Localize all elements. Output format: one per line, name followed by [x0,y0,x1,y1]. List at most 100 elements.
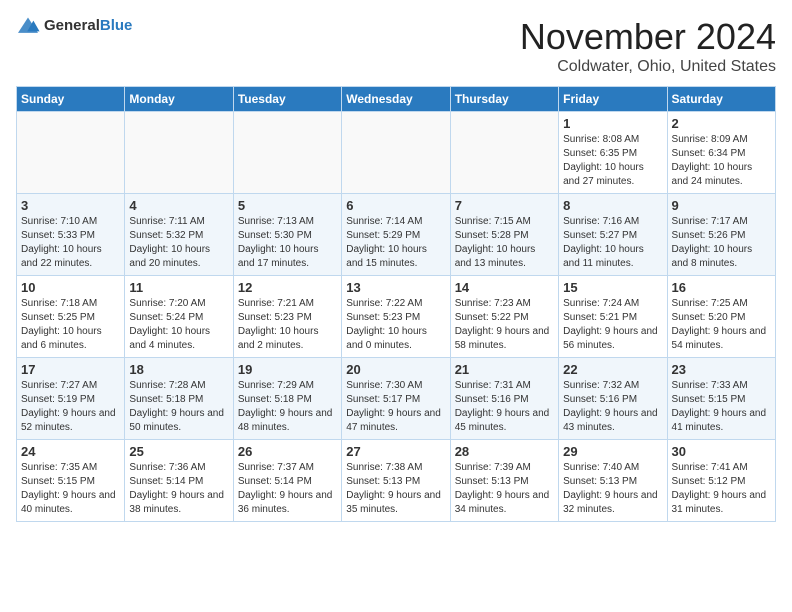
day-info: Sunrise: 7:20 AMSunset: 5:24 PMDaylight:… [129,298,210,351]
day-number: 14 [455,280,554,295]
day-number: 18 [129,362,228,377]
cell-w5-d4: 27Sunrise: 7:38 AMSunset: 5:13 PMDayligh… [342,440,450,522]
logo: GeneralBlue [16,16,132,36]
cell-w1-d4 [342,112,450,194]
day-number: 21 [455,362,554,377]
day-number: 30 [672,444,771,459]
day-number: 16 [672,280,771,295]
day-info: Sunrise: 7:41 AMSunset: 5:12 PMDaylight:… [672,462,767,515]
day-number: 10 [21,280,120,295]
cell-w3-d5: 14 Sunrise: 7:23 AMSunset: 5:22 PMDayligh… [450,276,558,358]
header-friday: Friday [559,87,667,112]
day-info: Sunrise: 7:18 AMSunset: 5:25 PMDaylight:… [21,298,102,351]
cell-w2-d7: 9Sunrise: 7:17 AMSunset: 5:26 PMDaylight… [667,194,775,276]
header-row: Sunday Monday Tuesday Wednesday Thursday… [17,87,776,112]
cell-w3-d1: 10 Sunrise: 7:18 AMSunset: 5:25 PMDayligh… [17,276,125,358]
day-info: Sunrise: 7:11 AMSunset: 5:32 PMDaylight:… [129,216,210,269]
day-number: 27 [346,444,445,459]
day-info: Sunrise: 7:29 AMSunset: 5:18 PMDaylight:… [238,380,333,433]
header-sunday: Sunday [17,87,125,112]
day-info: Sunrise: 7:22 AMSunset: 5:23 PMDaylight:… [346,298,427,351]
day-info: Sunrise: 7:37 AMSunset: 5:14 PMDaylight:… [238,462,333,515]
cell-w2-d2: 4 Sunrise: 7:11 AMSunset: 5:32 PMDaylight… [125,194,233,276]
day-number: 19 [238,362,337,377]
day-info: Sunrise: 8:09 AMSunset: 6:34 PMDaylight:… [672,134,753,187]
cell-w3-d2: 11 Sunrise: 7:20 AMSunset: 5:24 PMDayligh… [125,276,233,358]
day-number: 22 [563,362,662,377]
day-number: 7 [455,198,554,213]
week-row-3: 10 Sunrise: 7:18 AMSunset: 5:25 PMDayligh… [17,276,776,358]
cell-w2-d5: 7Sunrise: 7:15 AMSunset: 5:28 PMDaylight… [450,194,558,276]
day-number: 3 [21,198,120,213]
cell-w4-d2: 18 Sunrise: 7:28 AMSunset: 5:18 PMDayligh… [125,358,233,440]
cell-w2-d1: 3 Sunrise: 7:10 AMSunset: 5:33 PMDaylight… [17,194,125,276]
day-number: 25 [129,444,228,459]
cell-w4-d1: 17Sunrise: 7:27 AMSunset: 5:19 PMDayligh… [17,358,125,440]
cell-w4-d3: 19 Sunrise: 7:29 AMSunset: 5:18 PMDayligh… [233,358,341,440]
cell-w5-d2: 25 Sunrise: 7:36 AMSunset: 5:14 PMDayligh… [125,440,233,522]
day-number: 23 [672,362,771,377]
day-number: 8 [563,198,662,213]
day-info: Sunrise: 7:40 AMSunset: 5:13 PMDaylight:… [563,462,658,515]
cell-w5-d3: 26Sunrise: 7:37 AMSunset: 5:14 PMDayligh… [233,440,341,522]
logo-general: General [44,17,100,34]
day-number: 11 [129,280,228,295]
month-title: November 2024 [520,16,776,58]
day-info: Sunrise: 7:10 AMSunset: 5:33 PMDaylight:… [21,216,102,269]
day-info: Sunrise: 7:14 AMSunset: 5:29 PMDaylight:… [346,216,427,269]
week-row-2: 3 Sunrise: 7:10 AMSunset: 5:33 PMDaylight… [17,194,776,276]
day-info: Sunrise: 7:25 AMSunset: 5:20 PMDaylight:… [672,298,767,351]
cell-w3-d6: 15Sunrise: 7:24 AMSunset: 5:21 PMDayligh… [559,276,667,358]
day-number: 5 [238,198,337,213]
day-info: Sunrise: 7:33 AMSunset: 5:15 PMDaylight:… [672,380,767,433]
cell-w1-d5 [450,112,558,194]
cell-w3-d7: 16 Sunrise: 7:25 AMSunset: 5:20 PMDayligh… [667,276,775,358]
week-row-5: 24Sunrise: 7:35 AMSunset: 5:15 PMDayligh… [17,440,776,522]
day-number: 29 [563,444,662,459]
location: Coldwater, Ohio, United States [520,58,776,76]
header-monday: Monday [125,87,233,112]
cell-w5-d1: 24Sunrise: 7:35 AMSunset: 5:15 PMDayligh… [17,440,125,522]
day-info: Sunrise: 7:39 AMSunset: 5:13 PMDaylight:… [455,462,550,515]
day-info: Sunrise: 7:28 AMSunset: 5:18 PMDaylight:… [129,380,224,433]
cell-w5-d6: 29 Sunrise: 7:40 AMSunset: 5:13 PMDayligh… [559,440,667,522]
week-row-4: 17Sunrise: 7:27 AMSunset: 5:19 PMDayligh… [17,358,776,440]
cell-w1-d3 [233,112,341,194]
day-info: Sunrise: 7:13 AMSunset: 5:30 PMDaylight:… [238,216,319,269]
cell-w5-d5: 28Sunrise: 7:39 AMSunset: 5:13 PMDayligh… [450,440,558,522]
day-info: Sunrise: 7:36 AMSunset: 5:14 PMDaylight:… [129,462,224,515]
day-info: Sunrise: 7:17 AMSunset: 5:26 PMDaylight:… [672,216,753,269]
week-row-1: 1 Sunrise: 8:08 AMSunset: 6:35 PMDaylight… [17,112,776,194]
cell-w4-d6: 22 Sunrise: 7:32 AMSunset: 5:16 PMDayligh… [559,358,667,440]
header-tuesday: Tuesday [233,87,341,112]
page-header: GeneralBlue November 2024 Coldwater, Ohi… [16,16,776,76]
title-area: November 2024 Coldwater, Ohio, United St… [520,16,776,76]
logo-icon [16,16,40,36]
header-wednesday: Wednesday [342,87,450,112]
day-info: Sunrise: 7:23 AMSunset: 5:22 PMDaylight:… [455,298,550,351]
day-number: 12 [238,280,337,295]
cell-w3-d3: 12Sunrise: 7:21 AMSunset: 5:23 PMDayligh… [233,276,341,358]
cell-w3-d4: 13Sunrise: 7:22 AMSunset: 5:23 PMDayligh… [342,276,450,358]
day-info: Sunrise: 7:35 AMSunset: 5:15 PMDaylight:… [21,462,116,515]
cell-w1-d2 [125,112,233,194]
day-number: 2 [672,116,771,131]
day-info: Sunrise: 7:31 AMSunset: 5:16 PMDaylight:… [455,380,550,433]
day-number: 4 [129,198,228,213]
cell-w1-d7: 2 Sunrise: 8:09 AMSunset: 6:34 PMDaylight… [667,112,775,194]
logo-blue: Blue [100,17,133,34]
cell-w4-d5: 21 Sunrise: 7:31 AMSunset: 5:16 PMDayligh… [450,358,558,440]
day-info: Sunrise: 7:16 AMSunset: 5:27 PMDaylight:… [563,216,644,269]
cell-w4-d4: 20Sunrise: 7:30 AMSunset: 5:17 PMDayligh… [342,358,450,440]
day-number: 17 [21,362,120,377]
logo-text: GeneralBlue [44,17,132,35]
day-number: 6 [346,198,445,213]
header-thursday: Thursday [450,87,558,112]
cell-w5-d7: 30 Sunrise: 7:41 AMSunset: 5:12 PMDayligh… [667,440,775,522]
cell-w1-d6: 1 Sunrise: 8:08 AMSunset: 6:35 PMDaylight… [559,112,667,194]
day-number: 1 [563,116,662,131]
day-number: 15 [563,280,662,295]
day-info: Sunrise: 7:32 AMSunset: 5:16 PMDaylight:… [563,380,658,433]
day-info: Sunrise: 8:08 AMSunset: 6:35 PMDaylight:… [563,134,644,187]
calendar-table: Sunday Monday Tuesday Wednesday Thursday… [16,86,776,522]
